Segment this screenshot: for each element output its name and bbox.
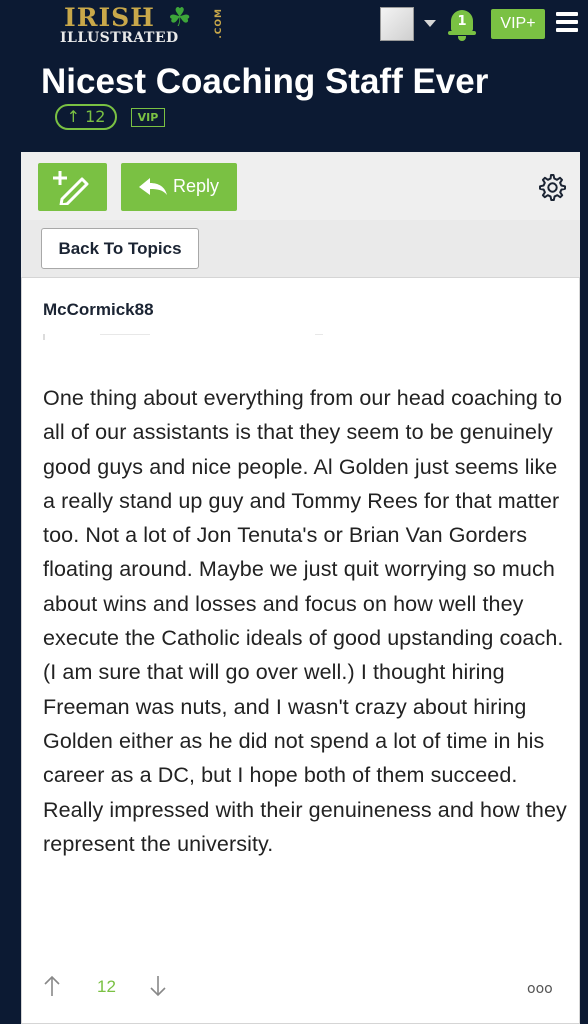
left-edge xyxy=(0,0,7,1024)
logo-com: .COM xyxy=(214,8,224,39)
logo-line2: ILLUSTRATED xyxy=(60,30,179,46)
top-nav: IRISH ☘ ILLUSTRATED .COM 1 VIP+ xyxy=(0,0,588,56)
new-post-button[interactable] xyxy=(38,163,107,211)
post-body: One thing about everything from our head… xyxy=(43,386,567,856)
back-to-topics-button[interactable]: Back To Topics xyxy=(41,228,199,269)
new-post-icon xyxy=(53,171,89,205)
post-vote-count: 12 xyxy=(97,977,116,996)
topic-header: Nicest Coaching Staff Ever ↑ 12 VIP xyxy=(21,56,580,152)
gear-icon[interactable] xyxy=(536,172,566,202)
down-arrow-icon[interactable] xyxy=(150,975,166,997)
logo-line1: IRISH xyxy=(64,3,155,32)
right-edge xyxy=(580,0,588,1024)
topic-upvote-count: 12 xyxy=(85,107,106,126)
reply-label: Reply xyxy=(173,176,220,196)
clover-icon: ☘ xyxy=(168,3,192,33)
avatar[interactable] xyxy=(380,7,414,41)
reply-button[interactable]: Reply xyxy=(121,163,237,211)
notification-count: 1 xyxy=(457,14,467,29)
vip-plus-button[interactable]: VIP+ xyxy=(491,9,545,39)
page-title: Nicest Coaching Staff Ever xyxy=(41,62,489,101)
caret-down-icon[interactable] xyxy=(424,20,436,27)
bell-icon[interactable]: 1 xyxy=(448,6,476,42)
post-actions: 12 ooo xyxy=(22,973,581,1003)
topic-toolbar: Reply xyxy=(21,152,580,220)
post-author[interactable]: McCormick88 xyxy=(43,300,154,320)
vip-badge: VIP xyxy=(131,108,165,127)
hamburger-icon[interactable] xyxy=(556,12,578,34)
main-content: Reply Back To Topics McCormick88 One thi… xyxy=(21,152,580,1024)
up-arrow-icon[interactable] xyxy=(44,975,60,997)
post-meta xyxy=(43,334,363,340)
reply-arrow-icon xyxy=(139,178,167,195)
topic-upvote-badge[interactable]: ↑ 12 xyxy=(55,104,117,130)
post: McCormick88 One thing about everything f… xyxy=(21,277,580,1024)
site-logo[interactable]: IRISH ☘ ILLUSTRATED .COM xyxy=(60,4,230,52)
more-icon[interactable]: ooo xyxy=(527,981,553,997)
